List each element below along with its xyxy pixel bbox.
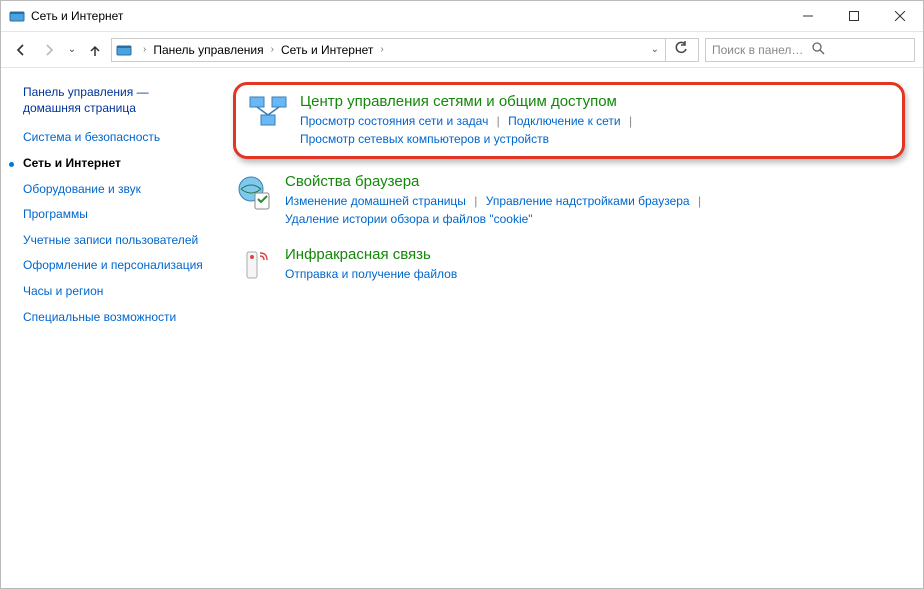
category-title-link[interactable]: Свойства браузера <box>285 173 905 190</box>
category-network-sharing-center: Центр управления сетями и общим доступом… <box>233 82 905 159</box>
link-separator: | <box>698 194 701 208</box>
link-connect-to-network[interactable]: Подключение к сети <box>508 114 620 128</box>
minimize-button[interactable] <box>785 1 831 31</box>
address-chevron-icon[interactable]: › <box>266 44 279 55</box>
search-input[interactable]: Поиск в панели управления <box>705 38 915 62</box>
category-infrared: Инфракрасная связь Отправка и получение … <box>233 246 905 286</box>
search-placeholder: Поиск в панели управления <box>712 43 808 57</box>
maximize-button[interactable] <box>831 1 877 31</box>
search-icon[interactable] <box>812 42 908 58</box>
sidebar: Панель управления — домашняя страница Си… <box>1 68 215 588</box>
category-title-link[interactable]: Инфракрасная связь <box>285 246 905 263</box>
link-view-network-computers[interactable]: Просмотр сетевых компьютеров и устройств <box>300 132 549 146</box>
titlebar: Сеть и Интернет <box>1 1 923 31</box>
back-button[interactable] <box>9 38 33 62</box>
address-chevron-icon[interactable]: › <box>375 44 388 55</box>
address-history-dropdown[interactable]: ⌄ <box>645 39 666 61</box>
link-separator: | <box>497 114 500 128</box>
link-change-homepage[interactable]: Изменение домашней страницы <box>285 194 466 208</box>
network-sharing-icon <box>248 93 288 133</box>
link-separator: | <box>629 114 632 128</box>
sidebar-item-system-security[interactable]: Система и безопасность <box>23 130 211 146</box>
internet-options-icon <box>233 173 273 213</box>
address-chevron-icon[interactable]: › <box>138 44 151 55</box>
link-manage-addons[interactable]: Управление надстройками браузера <box>486 194 690 208</box>
infrared-icon <box>233 246 273 286</box>
link-send-receive-files[interactable]: Отправка и получение файлов <box>285 267 457 281</box>
refresh-button[interactable] <box>668 41 694 58</box>
category-internet-options: Свойства браузера Изменение домашней стр… <box>233 173 905 228</box>
control-panel-address-icon <box>116 42 132 58</box>
breadcrumb-segment-1[interactable]: Панель управления <box>153 43 263 57</box>
body: Панель управления — домашняя страница Си… <box>1 68 923 588</box>
sidebar-item-network-internet[interactable]: Сеть и Интернет <box>23 156 211 172</box>
breadcrumb-segment-2[interactable]: Сеть и Интернет <box>281 43 373 57</box>
link-separator: | <box>474 194 477 208</box>
recent-dropdown[interactable]: ⌄ <box>65 44 79 55</box>
sidebar-item-clock-region[interactable]: Часы и регион <box>23 284 211 300</box>
home-link-line2: домашняя страница <box>23 101 136 115</box>
forward-button[interactable] <box>37 38 61 62</box>
window: Сеть и Интернет ⌄ <box>0 0 924 589</box>
address-bar[interactable]: › Панель управления › Сеть и Интернет › … <box>111 38 699 62</box>
navbar: ⌄ › Панель управления › Сеть и Интернет … <box>1 31 923 67</box>
control-panel-home-link[interactable]: Панель управления — домашняя страница <box>23 84 211 116</box>
link-view-network-status[interactable]: Просмотр состояния сети и задач <box>300 114 488 128</box>
category-title-link[interactable]: Центр управления сетями и общим доступом <box>300 93 890 110</box>
content-area: Центр управления сетями и общим доступом… <box>215 68 923 588</box>
sidebar-item-hardware-sound[interactable]: Оборудование и звук <box>23 182 211 198</box>
close-button[interactable] <box>877 1 923 31</box>
control-panel-icon <box>9 8 25 24</box>
sidebar-item-programs[interactable]: Программы <box>23 207 211 223</box>
window-title: Сеть и Интернет <box>31 9 785 23</box>
window-controls <box>785 1 923 31</box>
sidebar-item-user-accounts[interactable]: Учетные записи пользователей <box>23 233 211 249</box>
sidebar-item-ease-of-access[interactable]: Специальные возможности <box>23 310 211 326</box>
sidebar-item-appearance[interactable]: Оформление и персонализация <box>23 258 211 274</box>
up-button[interactable] <box>83 38 107 62</box>
link-delete-history-cookies[interactable]: Удаление истории обзора и файлов "cookie… <box>285 212 533 226</box>
home-link-line1: Панель управления — <box>23 85 149 99</box>
